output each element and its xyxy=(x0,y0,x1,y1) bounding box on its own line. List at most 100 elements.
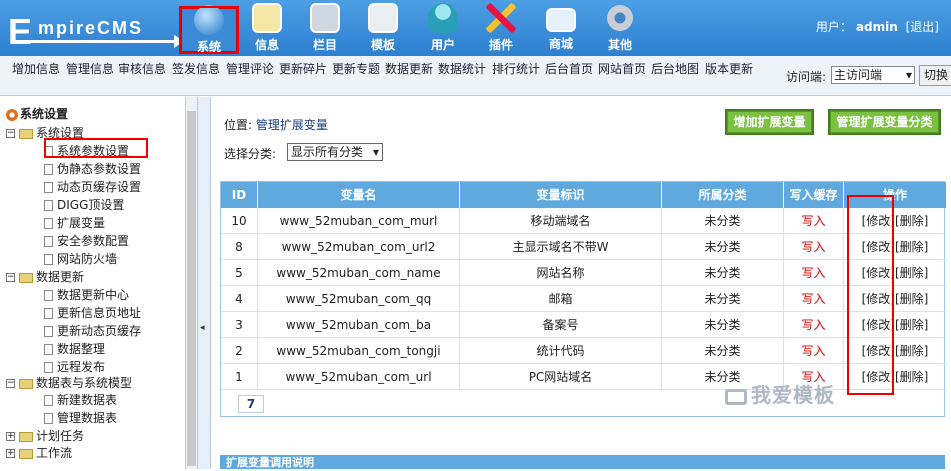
cell-cache[interactable]: 写入 xyxy=(784,234,844,260)
collapse-icon[interactable]: − xyxy=(6,379,15,388)
subnav-admin-map[interactable]: 后台地图 xyxy=(651,62,699,77)
visit-select[interactable]: 主访问端 xyxy=(831,66,915,84)
tab-info[interactable]: 信息 xyxy=(238,0,296,56)
subnav-manage-comments[interactable]: 管理评论 xyxy=(226,62,274,77)
edit-link[interactable]: [修改] xyxy=(862,370,895,384)
tab-user[interactable]: 用户 xyxy=(414,0,472,56)
edit-link[interactable]: [修改] xyxy=(862,266,895,280)
delete-link[interactable]: [删除] xyxy=(895,214,928,228)
tree-group-tables[interactable]: − 数据表与系统模型 xyxy=(6,374,132,392)
switch-button[interactable]: 切换 xyxy=(919,65,951,86)
collapse-icon[interactable]: − xyxy=(6,129,15,138)
expand-icon[interactable]: + xyxy=(6,432,15,441)
subnav-admin-home[interactable]: 后台首页 xyxy=(545,62,593,77)
edit-link[interactable]: [修改] xyxy=(862,292,895,306)
top-header: E mpireCMS 系统 信息 栏目 模板 用户 插件 商城 其他 用户： ad… xyxy=(0,0,951,56)
edit-link[interactable]: [修改] xyxy=(862,344,895,358)
doc-icon xyxy=(44,395,53,406)
tree-item-security[interactable]: 安全参数配置 xyxy=(44,232,129,250)
category-select[interactable]: 显示所有分类 xyxy=(287,143,383,161)
collapse-icon[interactable]: − xyxy=(6,273,15,282)
subnav-update-fragments[interactable]: 更新碎片 xyxy=(279,62,327,77)
cell-cache[interactable]: 写入 xyxy=(784,208,844,234)
cell-cache[interactable]: 写入 xyxy=(784,286,844,312)
cell-name: www_52muban_com_murl xyxy=(258,208,460,234)
tree-item-digg[interactable]: DIGG顶设置 xyxy=(44,196,124,214)
cell-cache[interactable]: 写入 xyxy=(784,338,844,364)
cell-cache[interactable]: 写入 xyxy=(784,260,844,286)
tree-group-workflow[interactable]: + 工作流 xyxy=(6,444,72,462)
tree-item-update-center[interactable]: 数据更新中心 xyxy=(44,286,129,304)
scrollbar-thumb[interactable] xyxy=(187,111,196,466)
tree-item-label: 系统参数设置 xyxy=(57,144,130,158)
cell-id: 8 xyxy=(221,234,258,260)
doc-icon xyxy=(44,344,53,355)
breadcrumb-link[interactable]: 管理扩展变量 xyxy=(256,118,328,132)
tree-item-rewrite[interactable]: 伪静态参数设置 xyxy=(44,160,141,178)
col-var-name: 变量名 xyxy=(258,182,460,208)
edit-link[interactable]: [修改] xyxy=(862,214,895,228)
sidebar-tree: 系统设置 − 系统设置 系统参数设置 伪静态参数设置 动态页缓存设置 DIGG顶设… xyxy=(0,97,185,469)
cell-cache[interactable]: 写入 xyxy=(784,312,844,338)
edit-link[interactable]: [修改] xyxy=(862,318,895,332)
folder-icon xyxy=(19,448,33,459)
tree-item-system-params[interactable]: 系统参数设置 xyxy=(44,142,129,160)
logout-link[interactable]: [退出] xyxy=(906,20,939,34)
subnav-sign-info[interactable]: 签发信息 xyxy=(172,62,220,77)
tree-item-label: 伪静态参数设置 xyxy=(57,162,142,176)
tree-item-label: 更新动态页缓存 xyxy=(57,324,142,338)
tab-column[interactable]: 栏目 xyxy=(296,0,354,56)
tree-item-update-info-url[interactable]: 更新信息页地址 xyxy=(44,304,141,322)
delete-link[interactable]: [删除] xyxy=(895,344,928,358)
tree-item-dynamic-cache[interactable]: 动态页缓存设置 xyxy=(44,178,141,196)
add-ext-var-button[interactable]: 增加扩展变量 xyxy=(725,109,814,135)
tab-other[interactable]: 其他 xyxy=(591,0,649,56)
doc-icon xyxy=(44,290,53,301)
tab-plugin[interactable]: 插件 xyxy=(472,0,530,56)
tab-template[interactable]: 模板 xyxy=(354,0,412,56)
delete-link[interactable]: [删除] xyxy=(895,292,928,306)
cell-name: www_52muban_com_ba xyxy=(258,312,460,338)
doc-icon xyxy=(44,146,53,157)
edit-link[interactable]: [修改] xyxy=(862,240,895,254)
doc-icon xyxy=(44,308,53,319)
subnav-manage-info[interactable]: 管理信息 xyxy=(66,62,114,77)
delete-link[interactable]: [删除] xyxy=(895,240,928,254)
subnav-site-home[interactable]: 网站首页 xyxy=(598,62,646,77)
cell-name: www_52muban_com_qq xyxy=(258,286,460,312)
subnav-review-info[interactable]: 审核信息 xyxy=(118,62,166,77)
subnav-data-update[interactable]: 数据更新 xyxy=(385,62,433,77)
expand-icon[interactable]: + xyxy=(6,449,15,458)
delete-link[interactable]: [删除] xyxy=(895,318,928,332)
tree-item-new-table[interactable]: 新建数据表 xyxy=(44,391,117,409)
watermark: 我爱模板 xyxy=(725,379,835,408)
cell-cat: 未分类 xyxy=(662,208,784,234)
subnav-add-info[interactable]: 增加信息 xyxy=(12,62,60,77)
subnav-update-topics[interactable]: 更新专题 xyxy=(332,62,380,77)
tree-item-manage-tables[interactable]: 管理数据表 xyxy=(44,409,117,427)
subnav-data-stats[interactable]: 数据统计 xyxy=(438,62,486,77)
visit-label: 访问端: xyxy=(786,70,827,84)
col-category: 所属分类 xyxy=(662,182,784,208)
tab-system[interactable]: 系统 xyxy=(180,5,238,54)
tree-root-label: 系统设置 xyxy=(20,107,69,121)
subnav-rank-stats[interactable]: 排行统计 xyxy=(492,62,540,77)
delete-link[interactable]: [删除] xyxy=(895,370,928,384)
tree-item-update-dynamic[interactable]: 更新动态页缓存 xyxy=(44,322,141,340)
tree-group-data-update[interactable]: − 数据更新 xyxy=(6,268,84,286)
page-number[interactable]: 7 xyxy=(238,395,264,413)
collapse-splitter[interactable] xyxy=(197,97,211,469)
tree-item-firewall[interactable]: 网站防火墙 xyxy=(44,250,117,268)
sidebar-scrollbar[interactable] xyxy=(185,97,197,469)
delete-link[interactable]: [删除] xyxy=(895,266,928,280)
tree-item-ext-vars[interactable]: 扩展变量 xyxy=(44,214,105,232)
tree-item-data-tidy[interactable]: 数据整理 xyxy=(44,340,105,358)
tree-item-label: 新建数据表 xyxy=(57,393,118,407)
logo-arrow-icon xyxy=(28,35,184,48)
subnav-version-update[interactable]: 版本更新 xyxy=(705,62,753,77)
manage-ext-var-category-button[interactable]: 管理扩展变量分类 xyxy=(828,109,941,135)
tab-shop[interactable]: 商城 xyxy=(532,0,590,56)
tree-group-system[interactable]: − 系统设置 xyxy=(6,124,84,142)
tree-group-label: 计划任务 xyxy=(36,429,85,443)
tree-group-tasks[interactable]: + 计划任务 xyxy=(6,427,84,445)
